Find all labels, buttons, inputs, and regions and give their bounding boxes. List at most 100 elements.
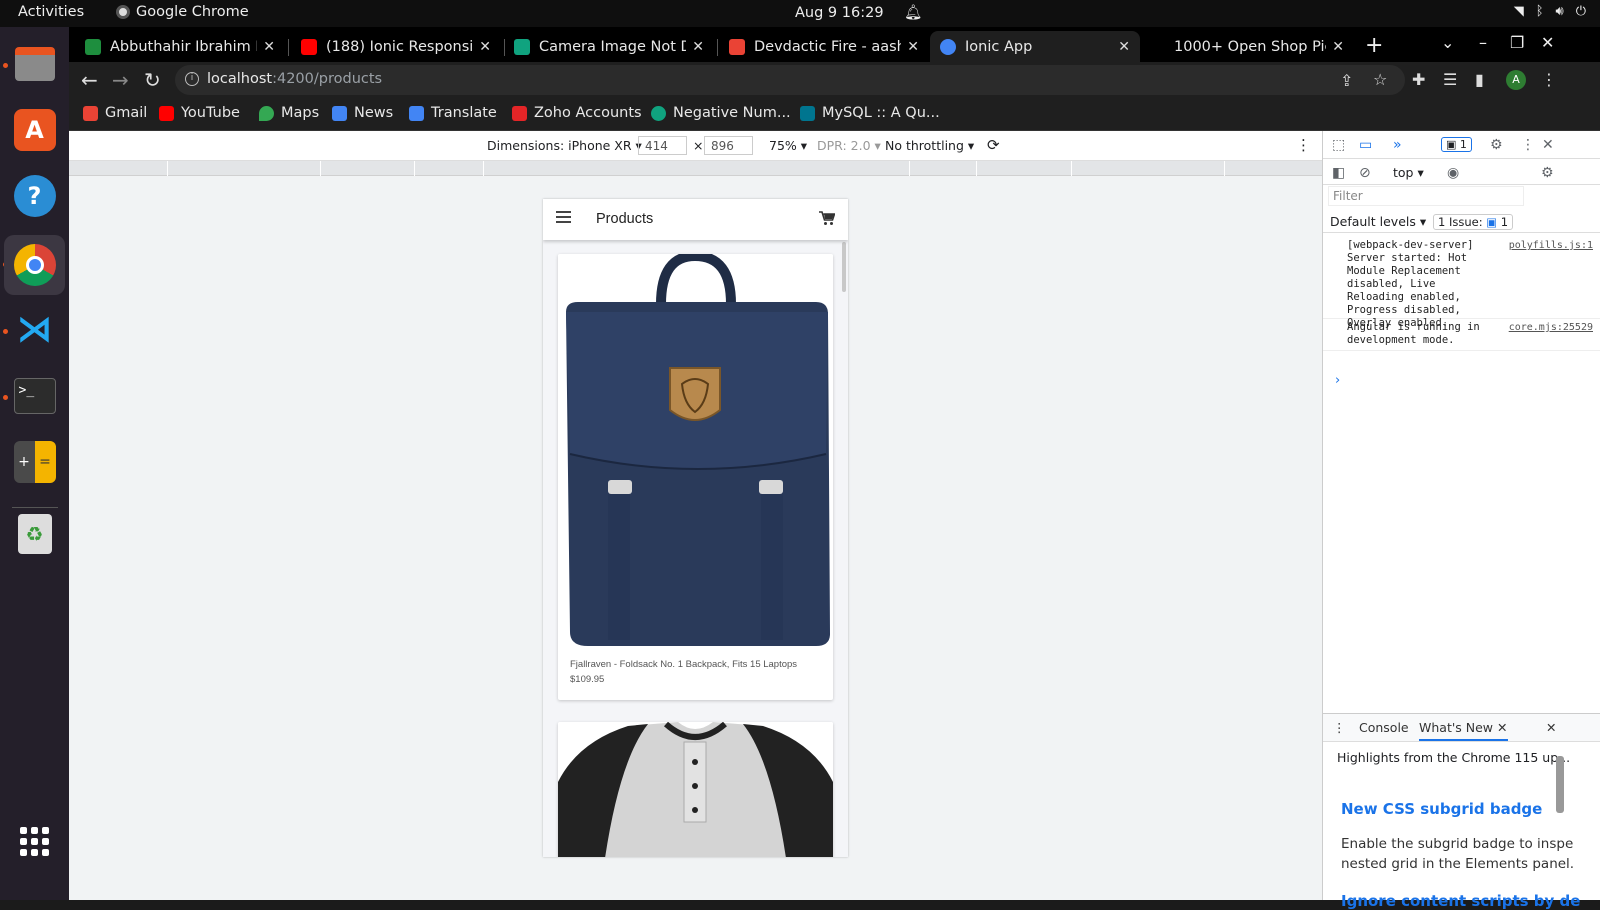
help-icon[interactable]: ? — [10, 171, 59, 220]
system-tray[interactable]: ◥ ᛒ 🔊︎ ⏻ — [1514, 4, 1586, 19]
terminal-icon[interactable]: >_ — [10, 371, 59, 420]
close-icon[interactable]: ✕ — [1497, 720, 1507, 735]
software-center-icon[interactable]: A — [10, 105, 59, 154]
issue-message-icon: ▣ — [1486, 215, 1498, 229]
drawer-menu-icon[interactable]: ⋮ — [1333, 720, 1346, 735]
dpr-select[interactable]: DPR: 2.0 ▾ — [817, 138, 881, 153]
tab-console[interactable]: Console — [1359, 720, 1409, 735]
devtools-menu-icon[interactable]: ⋮ — [1521, 137, 1535, 153]
product-card[interactable]: Fjallraven - Foldsack No. 1 Backpack, Fi… — [558, 254, 833, 700]
calculator-icon[interactable]: + = — [10, 437, 59, 486]
side-panel-icon[interactable]: ▮ — [1475, 70, 1484, 89]
settings-gear-icon[interactable]: ⚙ — [1490, 137, 1503, 153]
address-bar[interactable]: i localhost:4200/products ⇪ ☆ — [175, 65, 1405, 95]
bluetooth-icon: ᛒ — [1535, 4, 1544, 19]
menu-icon[interactable] — [556, 211, 571, 226]
tab-search-icon[interactable]: ⌄ — [1441, 33, 1454, 52]
live-expression-eye-icon[interactable]: ◉ — [1447, 165, 1459, 181]
tab-whats-new[interactable]: What's New ✕ — [1419, 720, 1508, 741]
height-input[interactable]: 896 — [704, 136, 753, 155]
close-icon[interactable]: ✕ — [692, 39, 704, 55]
tab-4[interactable]: Devdactic Fire - aashik ✕ — [719, 31, 929, 62]
tab-title: Camera Image Not Dis — [539, 38, 687, 55]
bookmark-gmail[interactable]: Gmail — [83, 105, 147, 121]
bookmark-maps[interactable]: Maps — [259, 105, 319, 121]
show-apps-icon[interactable] — [10, 817, 59, 866]
url-host: localhost — [207, 71, 273, 87]
bookmark-zoho[interactable]: Zoho Accounts — [512, 105, 642, 121]
clock[interactable]: Aug 9 16:29 🔔︎ — [795, 4, 923, 21]
close-icon[interactable]: ✕ — [1332, 39, 1344, 55]
issues-badge[interactable]: ▣ 1 — [1441, 137, 1472, 152]
tab-6[interactable]: 1000+ Open Shop Pictu ✕ — [1144, 31, 1354, 62]
log-source-link[interactable]: polyfills.js:1 — [1509, 239, 1593, 252]
devtools-close-icon[interactable]: ✕ — [1542, 137, 1554, 153]
drawer-close-icon[interactable]: ✕ — [1546, 720, 1556, 735]
console-settings-gear-icon[interactable]: ⚙ — [1541, 165, 1554, 181]
new-tab-button[interactable]: + — [1365, 33, 1383, 58]
more-options-icon[interactable]: ⋮ — [1296, 136, 1311, 154]
site-info-icon[interactable]: i — [185, 72, 199, 86]
activities-button[interactable]: Activities — [18, 4, 84, 20]
context-select[interactable]: top ▾ — [1393, 165, 1424, 180]
throttling-select[interactable]: No throttling ▾ — [885, 138, 974, 153]
log-levels-select[interactable]: Default levels ▾ — [1330, 214, 1426, 229]
cart-icon[interactable] — [819, 211, 835, 226]
bookmark-news[interactable]: News — [332, 105, 393, 121]
trash-icon[interactable]: ♻ — [10, 509, 59, 558]
bookmark-star-icon[interactable]: ☆ — [1373, 70, 1387, 89]
bookmark-translate[interactable]: Translate — [409, 105, 497, 121]
feature-heading-link[interactable]: New CSS subgrid badge — [1341, 800, 1542, 818]
tab-5-active[interactable]: Ionic App ✕ — [930, 31, 1140, 62]
chrome-dock-icon[interactable] — [4, 235, 65, 295]
profile-avatar[interactable]: A — [1506, 70, 1526, 90]
window-close-icon[interactable]: ✕ — [1541, 33, 1554, 52]
url-text[interactable]: localhost:4200/products — [207, 71, 382, 87]
chrome-menu-icon[interactable]: ⋮ — [1541, 70, 1557, 89]
inspect-element-icon[interactable]: ⬚ — [1332, 137, 1345, 153]
device-select[interactable]: Dimensions: iPhone XR ▾ — [487, 138, 642, 153]
forward-icon[interactable]: → — [112, 68, 129, 92]
bookmark-youtube[interactable]: YouTube — [159, 105, 240, 121]
reload-icon[interactable]: ↻ — [144, 68, 161, 92]
product-name: Fjallraven - Foldsack No. 1 Backpack, Fi… — [570, 659, 798, 670]
close-icon[interactable]: ✕ — [479, 39, 491, 55]
issues-button[interactable]: 1 Issue: ▣ 1 — [1433, 214, 1514, 230]
extensions-icon[interactable]: ✚ — [1412, 70, 1425, 89]
scrollbar[interactable] — [842, 242, 846, 292]
bell-icon: 🔔︎ — [904, 5, 923, 21]
bookmark-mysql[interactable]: MySQL :: A Qu... — [800, 105, 940, 121]
device-toggle-icon[interactable]: ▭ — [1359, 137, 1372, 153]
vscode-icon[interactable]: ⋊ — [10, 305, 59, 354]
tab-3[interactable]: Camera Image Not Dis ✕ — [504, 31, 714, 62]
sidebar-toggle-icon[interactable]: ◧ — [1332, 165, 1345, 181]
close-icon[interactable]: ✕ — [263, 39, 275, 55]
zoom-select[interactable]: 75% ▾ — [769, 138, 807, 153]
width-input[interactable]: 414 — [638, 136, 687, 155]
product-card[interactable] — [558, 722, 833, 857]
minimize-icon[interactable]: – — [1479, 33, 1487, 52]
back-icon[interactable]: ← — [81, 68, 98, 92]
tab-2[interactable]: (188) Ionic Responsive ✕ — [291, 31, 501, 62]
restore-icon[interactable]: ❐ — [1510, 33, 1524, 52]
zoho-icon — [512, 105, 527, 121]
close-icon[interactable]: ✕ — [1118, 39, 1130, 55]
rotate-icon[interactable]: ⟳ — [987, 136, 1000, 154]
files-icon[interactable] — [10, 39, 59, 88]
share-icon[interactable]: ⇪ — [1340, 71, 1353, 90]
feature-heading-link[interactable]: Ignore content scripts by de — [1341, 892, 1580, 910]
log-source-link[interactable]: core.mjs:25529 — [1509, 321, 1593, 334]
console-prompt[interactable]: › — [1335, 373, 1340, 388]
reading-list-icon[interactable]: ☰ — [1443, 70, 1457, 89]
media-query-bar[interactable] — [69, 161, 1322, 176]
tab-1[interactable]: Abbuthahir Ibrahim Ba ✕ — [75, 31, 285, 62]
app-menu[interactable]: Google Chrome — [116, 4, 249, 20]
drawer-scrollbar[interactable] — [1556, 756, 1564, 813]
clear-console-icon[interactable]: ⊘ — [1359, 165, 1371, 181]
bookmark-negative-num[interactable]: Negative Num... — [651, 105, 791, 121]
more-panels-icon[interactable]: » — [1393, 137, 1402, 153]
bookmark-label: Zoho Accounts — [534, 105, 642, 121]
close-icon[interactable]: ✕ — [907, 39, 919, 55]
page-viewport: Dimensions: iPhone XR ▾ 414 × 896 75% ▾ … — [69, 131, 1322, 900]
filter-input[interactable]: Filter — [1328, 186, 1524, 206]
